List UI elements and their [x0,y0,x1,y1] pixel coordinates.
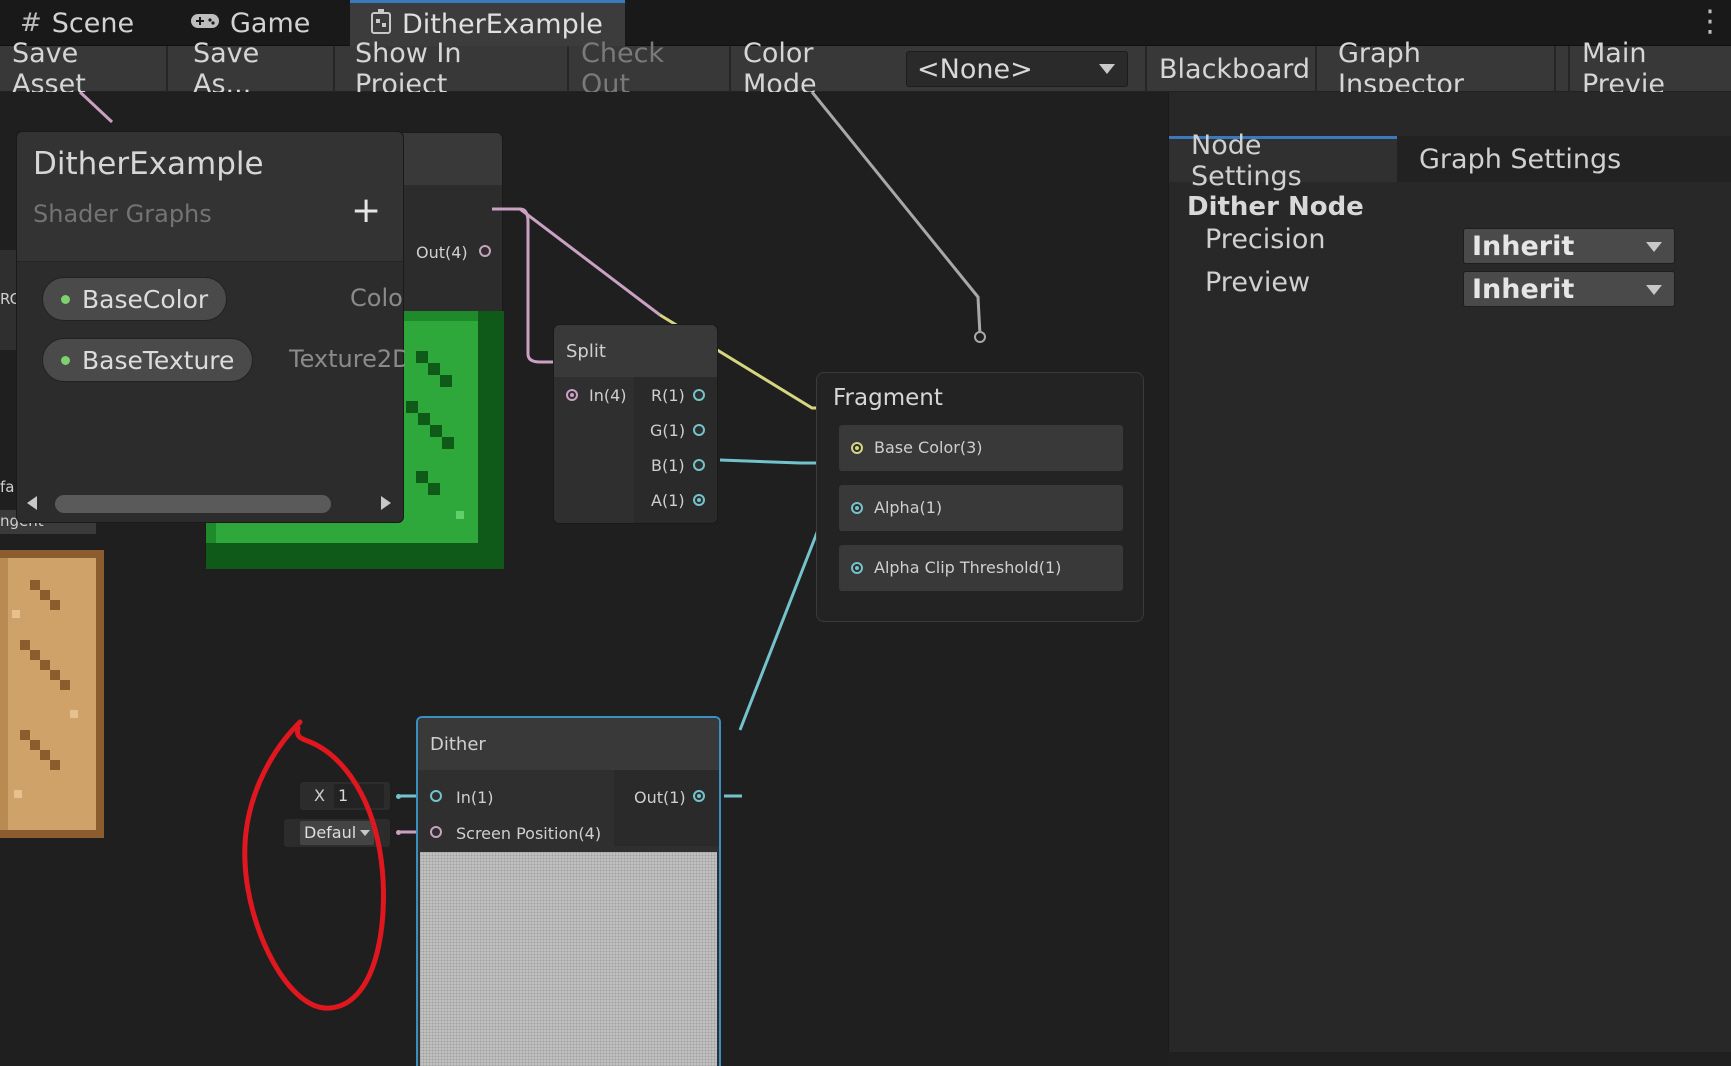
fragment-block-alpha[interactable]: Alpha(1) [839,485,1123,531]
dither-out-port[interactable] [693,790,705,802]
blackboard-scrollbar[interactable] [17,490,403,518]
split-in-label: In(4) [589,386,627,405]
graph-inspector-toggle-button[interactable]: Graph Inspector [1326,38,1556,100]
blackboard-title: DitherExample [33,146,264,182]
base-color-port[interactable] [851,442,863,454]
split-g-port[interactable] [693,424,705,436]
split-node-title: Split [554,325,717,377]
preview-value: Inherit [1472,273,1575,305]
property-base-color[interactable]: BaseColor [42,277,228,321]
save-asset-button[interactable]: Save Asset [0,38,168,100]
precision-dropdown[interactable]: Inherit [1463,228,1675,264]
fragment-block-alpha-clip[interactable]: Alpha Clip Threshold(1) [839,545,1123,591]
color-mode-label: Color Mode [743,38,817,100]
property-exposed-dot [61,294,70,304]
color-mode-value: <None> [917,53,1033,85]
red-annotation-circle [242,719,386,1011]
tab-node-settings[interactable]: Node Settings [1169,130,1397,192]
graph-canvas[interactable]: RC fa ngent Out(4) [0,92,1168,1066]
chevron-down-icon [1646,242,1662,252]
main-preview-toggle-button[interactable]: Main Previe [1568,38,1731,100]
scroll-left-icon[interactable] [27,496,37,510]
split-in-port[interactable] [566,389,578,401]
dither-out-label: Out(1) [634,788,686,807]
split-a-port[interactable] [693,494,705,506]
graph-inspector-panel: Node Settings Graph Settings Dither Node… [1168,92,1731,1052]
property-base-texture-type: Texture2D [289,345,405,373]
split-r-port[interactable] [693,389,705,401]
property-base-color-type: Colo [350,284,403,312]
split-r-label: R(1) [651,386,685,405]
chevron-down-icon [1646,285,1662,295]
inspector-tabs: Node Settings Graph Settings [1169,130,1731,192]
property-exposed-dot [61,355,70,365]
split-b-port[interactable] [693,459,705,471]
preview-dropdown[interactable]: Inherit [1463,271,1675,307]
alpha-clip-port[interactable] [851,562,863,574]
fragment-title: Fragment [833,385,943,411]
base-color-label: Base Color(3) [874,438,983,457]
fragment-block-base-color[interactable]: Base Color(3) [839,425,1123,471]
grid-icon: # [20,8,42,38]
graph-toolbar: Save Asset Save As... Show In Project Ch… [0,38,1731,100]
split-a-label: A(1) [651,491,685,510]
alpha-clip-label: Alpha Clip Threshold(1) [874,558,1062,577]
save-as-button[interactable]: Save As... [181,38,335,100]
split-node[interactable]: Split In(4) R(1) G(1) B(1) A(1) [553,324,718,524]
tab-dither-example-label: DitherExample [402,9,603,40]
split-b-label: B(1) [651,456,685,475]
chevron-down-icon [1099,64,1115,74]
precision-label: Precision [1205,224,1326,255]
alpha-port[interactable] [851,502,863,514]
fragment-context[interactable]: Fragment Base Color(3) Alpha(1) Alpha Cl… [816,372,1144,622]
dither-node[interactable]: Dither In(1) Screen Position(4) Out(1) [416,716,721,1066]
preview-label: Preview [1205,267,1311,298]
precision-value: Inherit [1472,230,1575,262]
color-mode-dropdown[interactable]: <None> [906,51,1128,87]
split-g-label: G(1) [650,421,686,440]
dither-preview [420,852,717,1066]
gamepad-icon [190,8,220,38]
blackboard-toggle-button[interactable]: Blackboard [1145,46,1317,92]
tab-game-label: Game [230,7,311,39]
dither-screen-pos-port[interactable] [430,826,442,838]
dither-screen-pos-label: Screen Position(4) [456,824,602,843]
inspector-section-title: Dither Node [1187,192,1364,222]
scrollbar-thumb[interactable] [55,495,331,513]
property-base-texture[interactable]: BaseTexture [42,338,254,382]
dither-node-title: Dither [418,718,719,770]
property-base-texture-name: BaseTexture [82,345,235,375]
tab-scene-label: Scene [51,7,135,39]
check-out-button: Check Out [569,38,731,100]
shader-graph-icon [370,8,392,41]
add-property-button[interactable]: + [351,190,381,231]
alpha-label: Alpha(1) [874,498,943,517]
dither-in-port[interactable] [430,790,442,802]
blackboard-subtitle: Shader Graphs [33,200,212,228]
dither-in-label: In(1) [456,788,494,807]
tab-graph-settings[interactable]: Graph Settings [1397,136,1643,182]
show-in-project-button[interactable]: Show In Project [343,38,569,100]
property-base-color-name: BaseColor [82,284,209,314]
blackboard-panel[interactable]: DitherExample Shader Graphs + BaseColor … [16,131,405,523]
blackboard-header: DitherExample Shader Graphs + [17,132,403,262]
scroll-right-icon[interactable] [381,496,391,510]
more-options-icon[interactable]: ⋮ [1695,4,1725,39]
